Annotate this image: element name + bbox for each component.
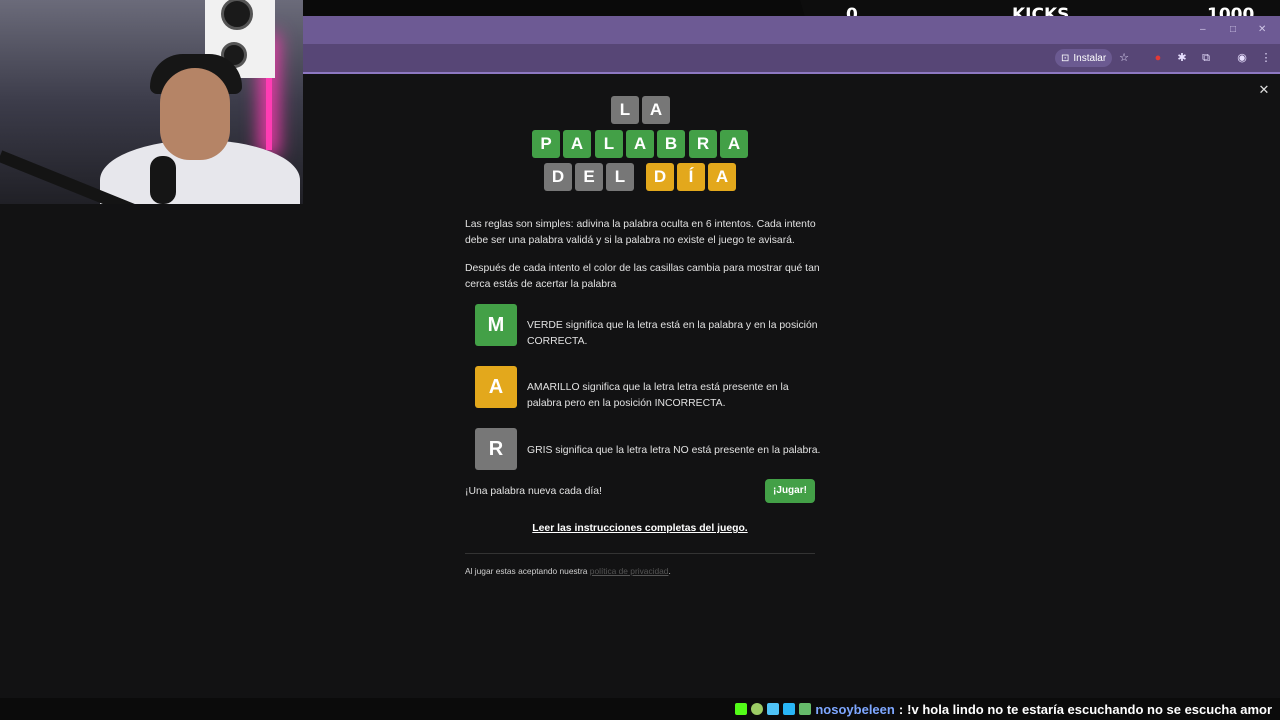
example-line: VERDE significa que la letra está en la … [527,320,818,331]
toolbar-divider [300,72,1280,74]
title-tile: A [563,130,591,158]
install-app-button[interactable]: ⊡ Instalar [1055,49,1113,67]
globe-badge-icon [751,703,764,715]
rules-intro-line: Las reglas son simples: adivina la palab… [465,219,816,230]
rules-colors-explanation: Después de cada intento el color de las … [465,261,820,293]
chat-message: nosoybeleen : !v hola lindo no te estarí… [735,700,1272,718]
browser-toolbar [300,44,1280,74]
grid-badge-icon [783,703,796,715]
extension-shield-icon[interactable]: ● [1151,51,1165,65]
example-yellow-text: AMARILLO significa que la letra letra es… [527,380,789,412]
title-tile: L [606,163,634,191]
extension-puzzle-icon[interactable]: ✱ [1175,51,1189,65]
title-tile: A [708,163,736,191]
extensions-icon[interactable]: ⧉ [1199,51,1213,65]
example-tile-green: M [475,304,517,346]
chat-username: nosoybeleen [815,701,895,717]
rules-after-line: Después de cada intento el color de las … [465,263,820,274]
example-tile-yellow: A [475,366,517,408]
play-button[interactable]: ¡Jugar! [765,479,815,503]
privacy-suffix: . [668,566,671,576]
cursor-badge-icon [767,703,780,715]
minimize-icon[interactable]: – [1200,24,1210,35]
close-modal-icon[interactable]: ✕ [1257,83,1271,97]
install-label: Instalar [1073,52,1107,64]
title-tile: A [626,130,654,158]
title-tile: L [595,130,623,158]
example-tile-gray: R [475,428,517,470]
window-close-icon[interactable]: ✕ [1258,24,1268,35]
browser-tab-strip: – □ ✕ [300,16,1280,44]
menu-kebab-icon[interactable]: ⋮ [1259,51,1273,65]
chat-separator: : [898,701,904,717]
title-tile: B [657,130,685,158]
daily-word-text: ¡Una palabra nueva cada día! [465,486,602,497]
streamer-face [160,68,230,160]
install-icon: ⊡ [1061,52,1070,64]
profile-icon[interactable]: ◉ [1235,51,1249,65]
privacy-policy-link[interactable]: política de privacidad [590,566,669,576]
example-line: palabra pero en la posición INCORRECTA. [527,398,726,409]
title-tile: A [720,130,748,158]
rules-intro: Las reglas son simples: adivina la palab… [465,217,816,249]
privacy-prefix: Al jugar estas aceptando nuestra [465,566,590,576]
title-tile: R [689,130,717,158]
privacy-notice: Al jugar estas aceptando nuestra polític… [465,566,671,576]
title-tile: L [611,96,639,124]
example-line: CORRECTA. [527,336,588,347]
divider [465,553,815,554]
webcam-overlay [0,0,303,204]
rules-intro-line: debe ser una palabra validá y si la pala… [465,235,795,246]
rules-after-line: cerca estás de acertar la palabra [465,279,617,290]
example-gray-text: GRIS significa que la letra letra NO est… [527,443,820,459]
full-instructions-link[interactable]: Leer las instrucciones completas del jue… [465,523,815,534]
title-tile: Í [677,163,705,191]
microphone [150,156,176,204]
example-green-text: VERDE significa que la letra está en la … [527,318,818,350]
title-tile: D [646,163,674,191]
bookmark-star-icon[interactable]: ☆ [1117,51,1131,65]
title-tile: E [575,163,603,191]
kick-badge-icon [735,703,748,715]
title-tile: D [544,163,572,191]
title-tile: P [532,130,560,158]
chat-text: !v hola lindo no te estaría escuchando n… [907,701,1272,717]
sub-badge-icon [799,703,812,715]
maximize-icon[interactable]: □ [1230,24,1240,35]
title-tile: A [642,96,670,124]
example-line: AMARILLO significa que la letra letra es… [527,382,789,393]
example-line: GRIS significa que la letra letra NO est… [527,445,821,456]
